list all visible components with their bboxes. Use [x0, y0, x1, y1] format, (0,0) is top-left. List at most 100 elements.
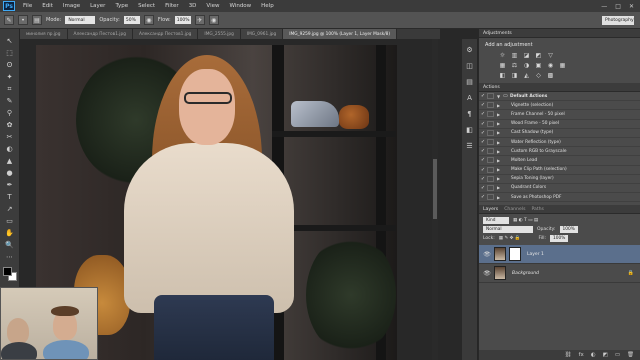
filter-icons[interactable]: ▦ ◐ T ▭ ▤	[513, 218, 538, 223]
dialog-toggle[interactable]	[487, 120, 494, 127]
layers-footer-icon[interactable]: ⛓	[565, 352, 572, 358]
checkmark-icon[interactable]: ✓	[479, 130, 487, 136]
restore-button[interactable]: □	[615, 3, 621, 10]
menu-view[interactable]: View	[201, 3, 224, 9]
adjustment-icon[interactable]: ◩	[535, 52, 542, 59]
adjustment-icon[interactable]: ◪	[523, 52, 530, 59]
layer-row[interactable]: 👁 Layer 1	[479, 245, 640, 265]
adjustment-icon[interactable]: ☼	[499, 52, 506, 59]
tool-icon[interactable]: ✋	[4, 229, 16, 238]
checkmark-icon[interactable]: ✓	[479, 157, 487, 163]
flow-field[interactable]: 100%	[174, 16, 191, 24]
checkmark-icon[interactable]: ✓	[479, 121, 487, 127]
document-tab[interactable]: Александр Пестов1.jpg	[67, 29, 133, 39]
tool-icon[interactable]: ⚲	[4, 109, 16, 118]
action-row[interactable]: ✓ ▶ Frame Channel - 50 pixel	[479, 110, 640, 120]
panel-toggle-icon[interactable]: ⚙	[465, 45, 475, 55]
checkmark-icon[interactable]: ✓	[479, 194, 487, 200]
tool-icon[interactable]: ✎	[4, 97, 16, 106]
menu-image[interactable]: Image	[58, 3, 85, 9]
action-row[interactable]: ✓ ▶ Sepia Toning (layer)	[479, 175, 640, 184]
action-row[interactable]: ✓ ▶ Molten Lead	[479, 156, 640, 166]
action-row[interactable]: ✓ ▶ Vignette (selection)	[479, 101, 640, 111]
layer-mask-thumbnail[interactable]	[509, 247, 521, 262]
panel-toggle-icon[interactable]: ☰	[465, 141, 475, 151]
eye-icon[interactable]: 👁	[483, 270, 491, 277]
panel-toggle-icon[interactable]: ◫	[465, 61, 475, 71]
layer-row[interactable]: 👁 Background 🔒	[479, 264, 640, 284]
checkmark-icon[interactable]: ✓	[479, 185, 487, 191]
action-row[interactable]: ✓ ▶ Custom RGB to Grayscale	[479, 147, 640, 157]
layers-footer-icon[interactable]: 🗑	[627, 352, 634, 358]
layers-footer-icon[interactable]: ▭	[615, 352, 620, 358]
panel-toggle-icon[interactable]: A	[465, 93, 475, 103]
workspace-select[interactable]: Photography	[602, 15, 634, 25]
dialog-toggle[interactable]	[487, 102, 494, 109]
adjustment-icon[interactable]: ◭	[523, 72, 530, 79]
panel-toggle-icon[interactable]: ▤	[465, 77, 475, 87]
minimize-button[interactable]: —	[601, 3, 607, 10]
menu-3d[interactable]: 3D	[184, 3, 202, 9]
dialog-toggle[interactable]	[487, 175, 494, 182]
lock-icons[interactable]: ▦ ✎ ✥ 🔒	[499, 236, 521, 241]
tool-icon[interactable]: ʘ	[4, 61, 16, 70]
tool-icon[interactable]: ●	[4, 169, 16, 178]
adjustment-icon[interactable]: ▥	[511, 52, 518, 59]
adjustment-icon[interactable]: ▩	[547, 72, 554, 79]
adjustment-icon[interactable]: ◧	[499, 72, 506, 79]
checkmark-icon[interactable]: ✓	[479, 111, 487, 117]
tool-icon[interactable]: ⌗	[4, 85, 16, 94]
layer-thumbnail[interactable]	[494, 247, 506, 262]
dialog-toggle[interactable]	[487, 166, 494, 173]
adjustment-icon[interactable]: ⚖	[511, 62, 518, 69]
tab-adjustments[interactable]: Adjustments	[483, 31, 512, 36]
layers-footer-icon[interactable]: fx	[579, 352, 584, 358]
menu-select[interactable]: Select	[133, 3, 160, 9]
tool-icon[interactable]: ✂	[4, 133, 16, 142]
checkmark-icon[interactable]: ✓	[479, 139, 487, 145]
tool-icon[interactable]: ✒	[4, 181, 16, 190]
layers-footer-icon[interactable]: ◐	[591, 352, 596, 358]
document-tab[interactable]: IMG_9259.jpg @ 100% (Layer 1, Layer Mask…	[283, 29, 398, 39]
action-row[interactable]: ✓ ▶ Save as Photoshop PDF	[479, 193, 640, 203]
tool-icon[interactable]: ⬚	[4, 49, 16, 58]
tool-icon[interactable]: T	[4, 193, 16, 202]
adjustment-icon[interactable]: ▦	[499, 62, 506, 69]
color-swatches[interactable]	[2, 267, 17, 281]
eye-icon[interactable]: 👁	[483, 251, 491, 258]
dialog-toggle[interactable]	[487, 111, 494, 118]
canvas-scrollbar[interactable]	[432, 39, 438, 360]
panel-toggle-icon[interactable]: ¶	[465, 109, 475, 119]
fill-field[interactable]: 100%	[550, 235, 569, 243]
dialog-toggle[interactable]	[487, 93, 494, 100]
blend-mode-select[interactable]: Normal	[483, 226, 533, 234]
adjustment-icon[interactable]: ◑	[523, 62, 530, 69]
menu-layer[interactable]: Layer	[85, 3, 110, 9]
menu-window[interactable]: Window	[224, 3, 256, 9]
document-tab[interactable]: IMG_2555.jpg	[198, 29, 241, 39]
pressure-size-icon[interactable]: ◉	[208, 15, 219, 25]
menu-help[interactable]: Help	[256, 3, 279, 9]
brush-tool-preset-icon[interactable]: ✎	[4, 15, 14, 25]
action-row[interactable]: ✓ ▶ Quadrant Colors	[479, 184, 640, 194]
scroll-thumb[interactable]	[433, 159, 437, 219]
layer-thumbnail[interactable]	[494, 266, 506, 281]
checkmark-icon[interactable]: ✓	[479, 148, 487, 154]
action-row[interactable]: ✓ ▶ Wood Frame - 50 pixel	[479, 120, 640, 129]
brush-size-icon[interactable]: •	[18, 15, 28, 25]
action-set-row[interactable]: ✓ ▼ ▭ Default Actions	[479, 92, 640, 102]
tool-icon[interactable]: ◐	[4, 145, 16, 154]
adjustment-icon[interactable]: ◨	[511, 72, 518, 79]
layers-footer-icon[interactable]: ◩	[603, 352, 608, 358]
checkmark-icon[interactable]: ✓	[479, 176, 487, 182]
tool-icon[interactable]: ↖	[4, 37, 16, 46]
layer-name[interactable]: Layer 1	[527, 252, 544, 257]
opacity-field[interactable]: 50%	[123, 16, 140, 24]
tool-icon[interactable]: ⋯	[4, 253, 16, 262]
menu-type[interactable]: Type	[110, 3, 133, 9]
foreground-color-swatch[interactable]	[2, 267, 12, 276]
dialog-toggle[interactable]	[487, 148, 494, 155]
dialog-toggle[interactable]	[487, 139, 494, 146]
tab-layers[interactable]: Layers	[483, 207, 498, 212]
tool-icon[interactable]: ▭	[4, 217, 16, 226]
